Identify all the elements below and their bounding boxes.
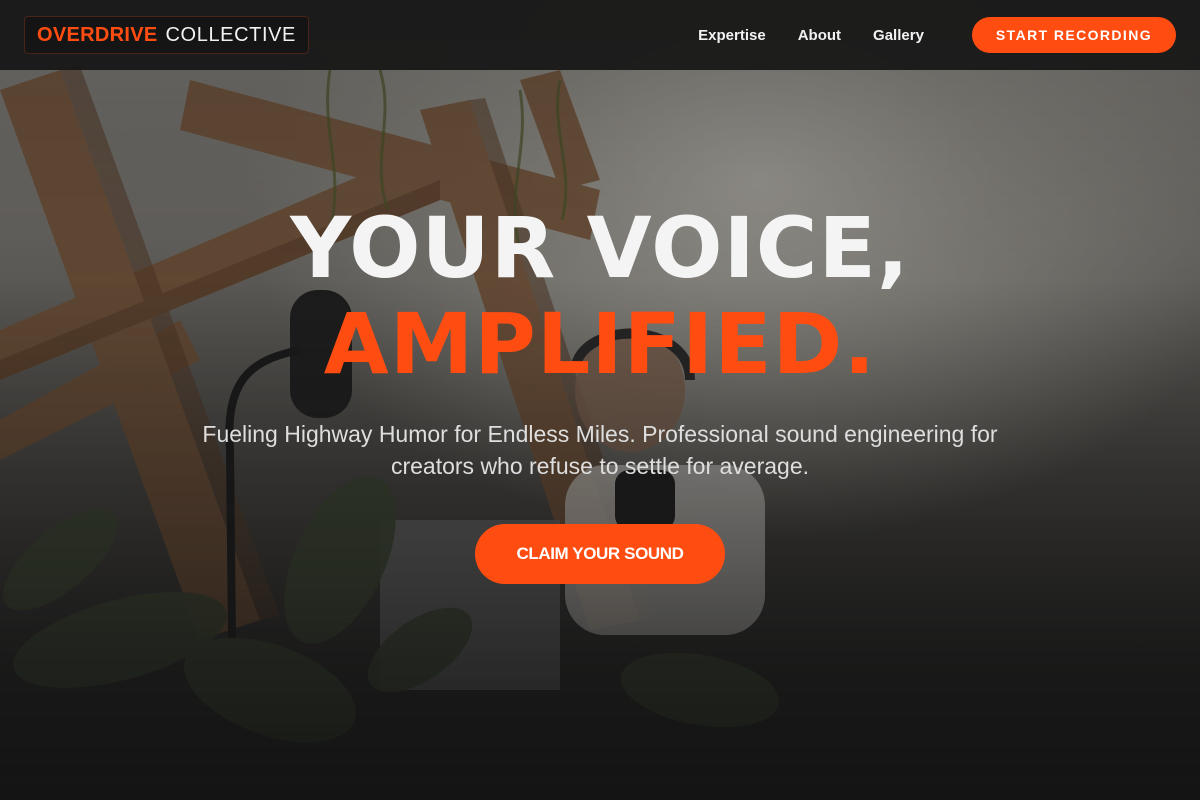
nav-menu: Expertise About Gallery START RECORDING <box>698 17 1176 53</box>
nav-link-about[interactable]: About <box>798 27 841 44</box>
logo-secondary-text: COLLECTIVE <box>165 23 296 46</box>
hero-headline-line1: YOUR VOICE, <box>290 199 910 297</box>
hero-subtitle: Fueling Highway Humor for Endless Miles.… <box>202 421 998 479</box>
nav-link-expertise[interactable]: Expertise <box>698 27 766 44</box>
hero-headline-line2: AMPLIFIED. <box>323 295 877 393</box>
hero-section: YOUR VOICE, AMPLIFIED. Fueling Highway H… <box>0 200 1200 584</box>
brand-logo[interactable]: OVERDRIVE COLLECTIVE <box>24 16 309 54</box>
nav-link-gallery[interactable]: Gallery <box>873 27 924 44</box>
top-navigation-bar: OVERDRIVE COLLECTIVE Expertise About Gal… <box>0 0 1200 70</box>
logo-primary-text: OVERDRIVE <box>37 23 158 46</box>
start-recording-button[interactable]: START RECORDING <box>971 17 1176 53</box>
claim-your-sound-button[interactable]: CLAIM YOUR SOUND <box>475 524 725 584</box>
